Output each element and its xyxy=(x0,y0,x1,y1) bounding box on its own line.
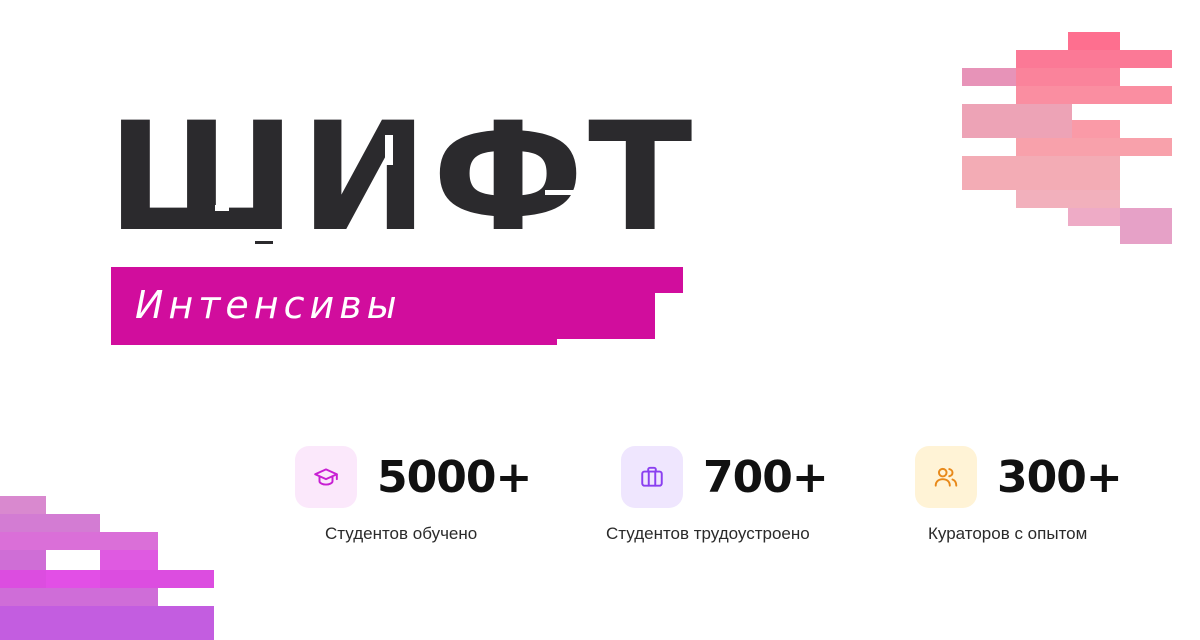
users-icon xyxy=(915,446,977,508)
stat-students-trained: 5000+ Студентов обучено xyxy=(295,446,532,543)
graduation-cap-icon xyxy=(295,446,357,508)
briefcase-icon xyxy=(621,446,683,508)
stat-label: Студентов трудоустроено xyxy=(606,524,810,543)
stat-label: Кураторов с опытом xyxy=(928,524,1088,543)
stat-curators: 300+ Кураторов с опытом xyxy=(915,446,1123,543)
brand-logo: ШИФТ Интенсивы xyxy=(95,95,705,355)
stat-value: 700+ xyxy=(703,451,829,503)
stat-value: 5000+ xyxy=(377,451,532,503)
logo-title: ШИФТ xyxy=(107,91,697,265)
stat-students-employed: 700+ Студентов трудоустроено xyxy=(606,446,829,543)
logo-subtitle: Интенсивы xyxy=(135,283,402,327)
stat-label: Студентов обучено xyxy=(325,524,478,543)
stat-value: 300+ xyxy=(997,451,1123,503)
